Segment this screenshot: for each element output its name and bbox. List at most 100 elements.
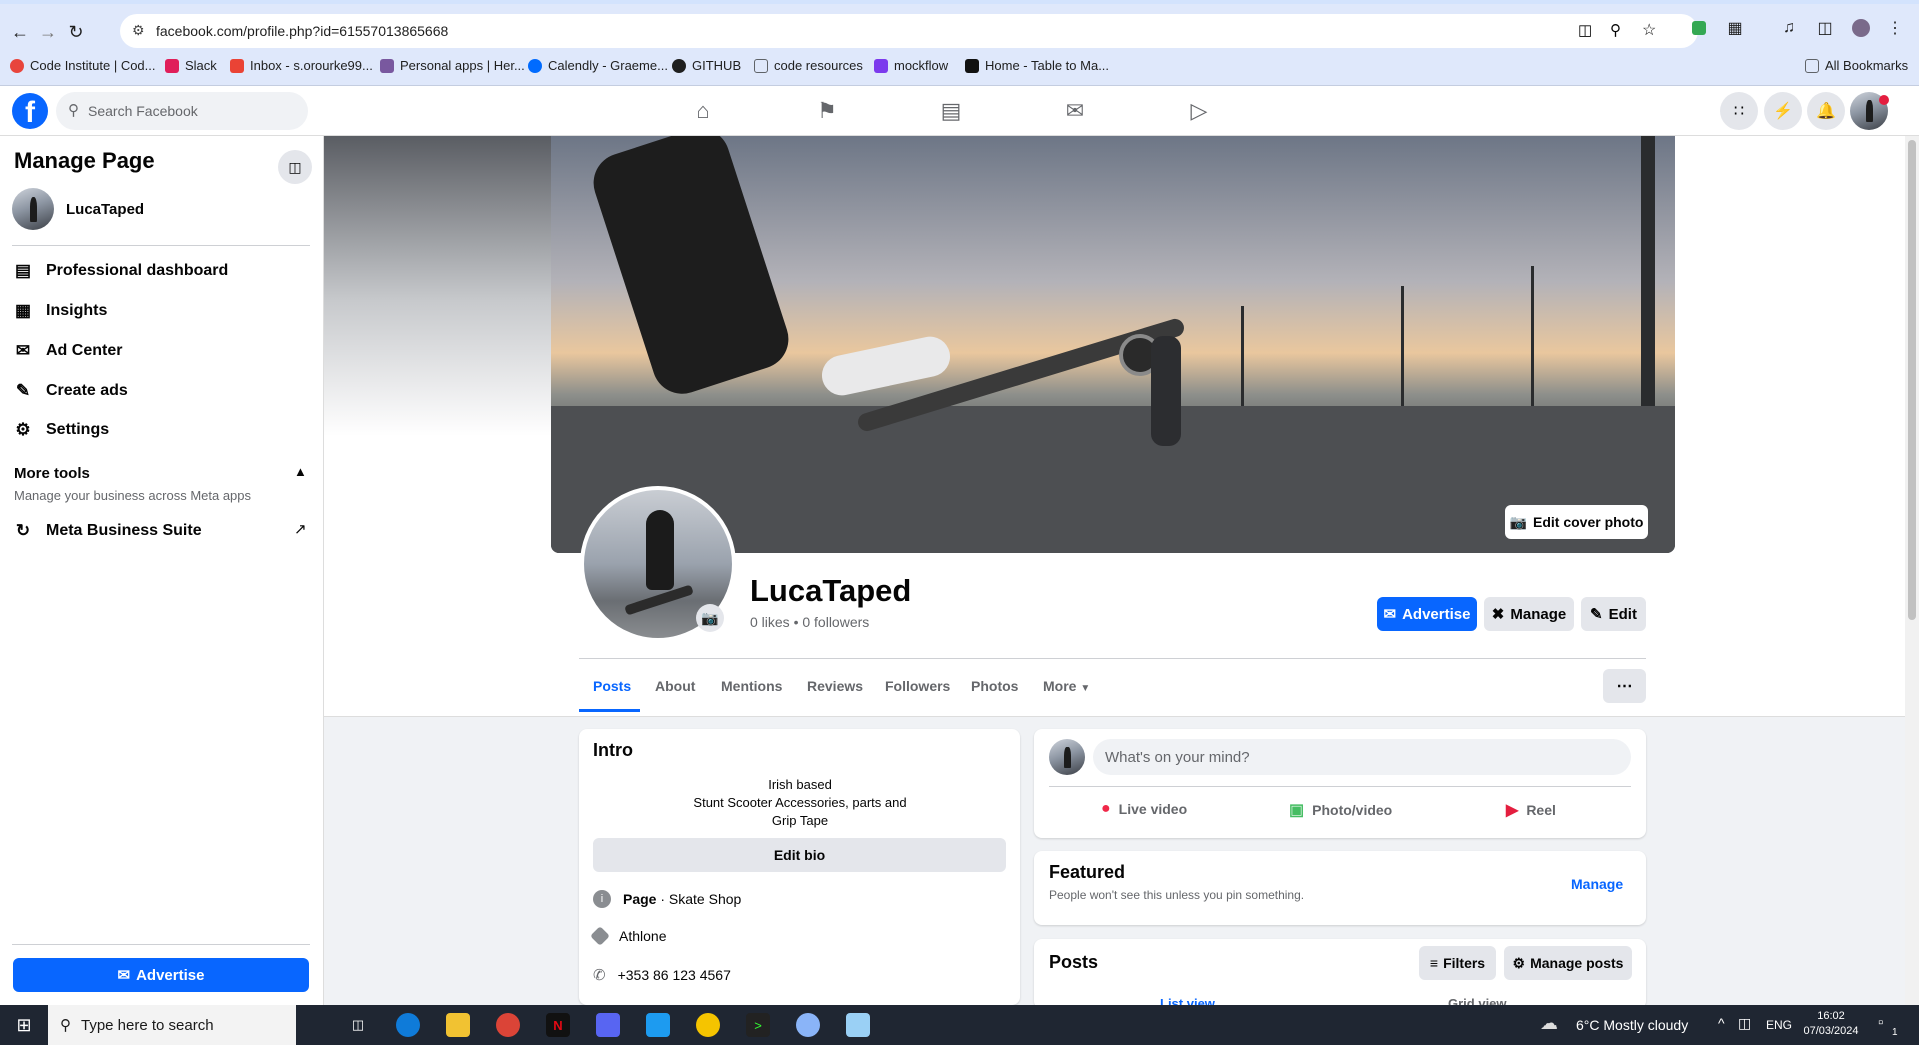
notepad-icon[interactable] [846, 1013, 870, 1037]
bookmark-home-table[interactable]: Home - Table to Ma... [965, 58, 1109, 73]
sidebar-advertise-button[interactable]: ✉ Advertise [13, 958, 309, 992]
taskbar-search-input[interactable]: ⚲ Type here to search [48, 1005, 296, 1045]
install-app-icon[interactable]: ◫ [1578, 21, 1592, 39]
manage-posts-button[interactable]: ⚙ Manage posts [1504, 946, 1632, 980]
tab-followers[interactable]: Followers [885, 678, 950, 694]
all-bookmarks[interactable]: All Bookmarks [1805, 58, 1908, 73]
zoom-icon[interactable]: ⚲ [1610, 21, 1621, 39]
bookmark-inbox[interactable]: Inbox - s.orourke99... [230, 58, 373, 73]
media-control-icon[interactable]: ♫ [1778, 17, 1800, 39]
discord-icon[interactable] [596, 1013, 620, 1037]
bookmark-slack[interactable]: Slack [165, 58, 217, 73]
chrome-menu-icon[interactable]: ⋮ [1884, 17, 1906, 39]
forward-icon[interactable]: → [34, 18, 62, 46]
advertise-button[interactable]: ✉ Advertise [1377, 597, 1477, 631]
bookmark-github[interactable]: GITHUB [672, 58, 741, 73]
side-panel-icon[interactable]: ◫ [1814, 17, 1836, 39]
home-icon[interactable]: ⌂ [688, 96, 718, 126]
collapse-sidebar-icon[interactable]: ◫ [278, 150, 312, 184]
manage-button[interactable]: ✖ Manage [1484, 597, 1574, 631]
chrome-profile-icon[interactable] [1850, 17, 1872, 39]
more-tools-heading[interactable]: More tools [14, 465, 90, 482]
page-scrollbar[interactable] [1905, 136, 1919, 1005]
task-view-icon[interactable]: ◫ [346, 1013, 370, 1037]
sidebar-item-settings[interactable]: ⚙ Settings [12, 419, 109, 441]
filters-button[interactable]: ≡ Filters [1419, 946, 1496, 980]
photo-video-button[interactable]: ▣ Photo/video [1289, 800, 1392, 820]
url-omnibox[interactable]: ⚙ facebook.com/profile.php?id=6155701386… [120, 14, 1698, 48]
weather-cloud-icon[interactable]: ☁ [1540, 1013, 1564, 1037]
intro-bio: Irish based Stunt Scooter Accessories, p… [593, 776, 1007, 830]
duck-app-icon[interactable] [696, 1013, 720, 1037]
windows-taskbar: ⊞ ⚲ Type here to search ◫ N > ☁ 6°C Mostl… [0, 1005, 1919, 1045]
bookmark-mockflow[interactable]: mockflow [874, 58, 948, 73]
bookmark-star-icon[interactable]: ☆ [1642, 20, 1656, 40]
video-play-icon[interactable]: ▷ [1184, 96, 1214, 126]
extensions-puzzle-icon[interactable]: ▦ [1724, 17, 1746, 39]
menu-grid-icon[interactable]: ∷ [1720, 92, 1758, 130]
more-options-button[interactable]: ⋯ [1603, 669, 1646, 703]
notifications-bell-icon[interactable]: 🔔 [1807, 92, 1845, 130]
clock[interactable]: 16:02 07/03/2024 [1796, 1009, 1866, 1039]
composer-input[interactable]: What's on your mind? [1093, 739, 1631, 775]
edge-icon[interactable] [396, 1013, 420, 1037]
featured-manage-link[interactable]: Manage [1571, 876, 1623, 892]
app-icon[interactable] [646, 1013, 670, 1037]
bookmark-personal-apps[interactable]: Personal apps | Her... [380, 58, 525, 73]
sidebar-item-create-ads[interactable]: ✎ Create ads [12, 380, 128, 402]
insights-chart-icon[interactable]: ▤ [936, 96, 966, 126]
edit-bio-button[interactable]: Edit bio [593, 838, 1006, 872]
page-stats[interactable]: 0 likes • 0 followers [750, 614, 869, 630]
url-text[interactable]: facebook.com/profile.php?id=615570138656… [156, 23, 448, 39]
bookmark-code-institute[interactable]: Code Institute | Cod... [10, 58, 156, 73]
chevron-up-icon[interactable]: ^ [1718, 1015, 1725, 1031]
grid-view-tab[interactable]: Grid view [1448, 996, 1507, 1005]
tab-posts[interactable]: Posts [593, 678, 631, 694]
chrome-icon[interactable] [496, 1013, 520, 1037]
sidebar-item-insights[interactable]: ▦ Insights [12, 300, 107, 322]
bookmark-code-resources[interactable]: code resources [754, 58, 863, 73]
tab-more[interactable]: More ▼ [1043, 678, 1090, 694]
app-icon[interactable] [796, 1013, 820, 1037]
file-explorer-icon[interactable] [446, 1013, 470, 1037]
site-info-icon[interactable]: ⚙ [132, 22, 145, 39]
chevron-up-icon[interactable]: ▲ [294, 464, 307, 479]
composer-avatar[interactable] [1049, 739, 1085, 775]
intro-phone[interactable]: +353 86 123 4567 [618, 967, 731, 983]
extension-icon[interactable] [1688, 17, 1710, 39]
sidebar-item-ad-center[interactable]: ✉ Ad Center [12, 340, 123, 362]
language-indicator[interactable]: ENG [1766, 1018, 1792, 1032]
windows-start-icon[interactable]: ⊞ [12, 1013, 36, 1037]
netflix-icon[interactable]: N [546, 1013, 570, 1037]
terminal-icon[interactable]: > [746, 1013, 770, 1037]
network-icon[interactable]: ◫ [1738, 1015, 1751, 1032]
posts-title: Posts [1049, 952, 1099, 972]
list-view-tab[interactable]: List view [1160, 996, 1215, 1005]
reload-icon[interactable]: ↻ [62, 18, 90, 46]
messenger-icon[interactable]: ⚡ [1764, 92, 1802, 130]
sidebar-item-professional-dashboard[interactable]: ▤ Professional dashboard [12, 260, 228, 282]
tab-photos[interactable]: Photos [971, 678, 1018, 694]
insights-icon: ▦ [14, 301, 32, 320]
sidebar-item-meta-business-suite[interactable]: ↻ Meta Business Suite [12, 520, 202, 542]
reel-button[interactable]: ▶ Reel [1506, 800, 1556, 820]
tab-reviews[interactable]: Reviews [807, 678, 863, 694]
cover-photo[interactable] [551, 136, 1675, 553]
intro-location[interactable]: Athlone [619, 928, 666, 944]
live-video-button[interactable]: ● Live video [1101, 800, 1187, 818]
sidebar-page-switcher[interactable]: LucaTaped [12, 188, 144, 230]
edit-button[interactable]: ✎ Edit [1581, 597, 1646, 631]
scrollbar-thumb[interactable] [1908, 140, 1916, 620]
tab-mentions[interactable]: Mentions [721, 678, 782, 694]
bookmark-calendly[interactable]: Calendly - Graeme... [528, 58, 668, 73]
ad-megaphone-icon[interactable]: ✉ [1060, 96, 1090, 126]
back-icon[interactable]: ← [6, 18, 34, 46]
weather-text[interactable]: 6°C Mostly cloudy [1576, 1017, 1688, 1033]
edit-cover-photo-button[interactable]: 📷 Edit cover photo [1505, 505, 1648, 539]
pages-flag-icon[interactable]: ⚑ [812, 96, 842, 126]
notification-center-icon[interactable]: ▫ [1878, 1014, 1883, 1031]
search-input[interactable]: ⚲ Search Facebook [56, 92, 308, 130]
tab-about[interactable]: About [655, 678, 695, 694]
update-profile-picture-icon[interactable]: 📷 [696, 604, 724, 632]
facebook-logo-icon[interactable]: f [12, 93, 48, 129]
